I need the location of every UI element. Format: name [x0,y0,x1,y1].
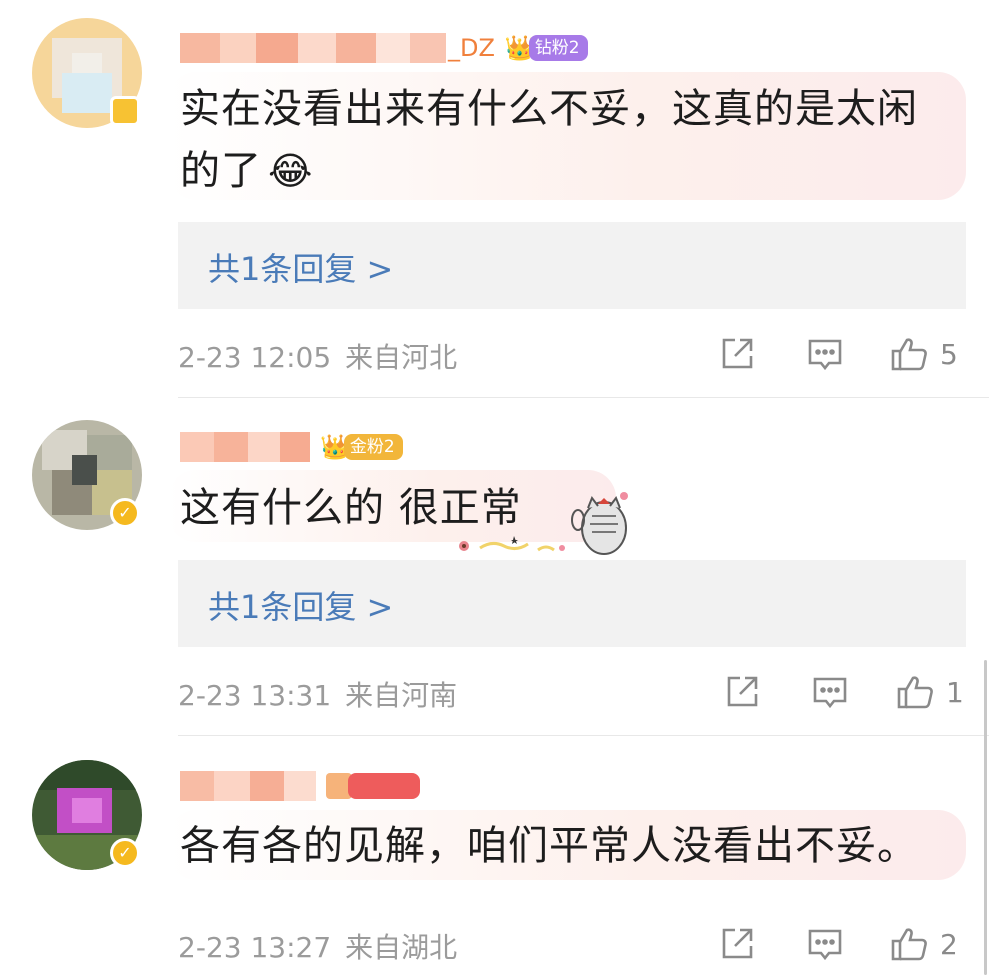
username[interactable] [180,766,420,806]
comment-text: 各有各的见解，咱们平常人没看出不妥。 [180,815,918,877]
comment-button[interactable] [806,922,844,966]
comment-button[interactable] [811,670,849,714]
laughing-tears-emoji: 😂 [268,149,314,193]
comment-button[interactable] [806,332,844,376]
comment-text-line: 的了 😂 [180,148,314,194]
like-count: 5 [940,337,958,371]
avatar[interactable]: ✓ [32,760,142,870]
comment-time: 2-23 12:05 来自河北 [178,341,458,374]
share-button[interactable] [718,332,756,376]
comment-text: 实在没看出来有什么不妥，这真的是太闲 的了 😂 [180,78,918,202]
avatar[interactable] [32,18,142,128]
view-replies-link[interactable]: 共1条回复 > [208,582,393,628]
comment-meta: 2-23 12:05 来自河北 5 [178,332,966,376]
view-replies-link[interactable]: 共1条回复 > [208,244,393,290]
thumbs-up-icon [897,676,933,709]
comment-icon [808,339,842,371]
verified-badge-icon: ✓ [110,838,140,868]
comment-time: 2-23 13:27 来自湖北 [178,931,458,964]
comment-location: 来自河北 [345,341,458,374]
like-button[interactable]: 2 [890,922,958,966]
scrollbar[interactable] [984,660,987,975]
share-button[interactable] [718,922,756,966]
verified-badge-icon: ✓ [110,498,140,528]
fan-level-label [348,773,420,799]
thumbs-up-icon [891,928,927,961]
comment-time: 2-23 13:31 来自河南 [178,679,458,712]
avatar[interactable]: ✓ [32,420,142,530]
comment-meta: 2-23 13:27 来自湖北 2 [178,922,966,966]
fan-badge[interactable]: 👑 金粉2 [320,432,403,462]
blurred-username [180,33,446,63]
comment-meta: 2-23 13:31 来自河南 1 [178,670,966,714]
member-badge-icon [110,96,140,126]
comment-icon [808,929,842,961]
comment-location: 来自河南 [345,679,458,712]
reply-box[interactable]: 共1条回复 > [178,560,966,647]
fan-level-label: 钻粉2 [528,35,588,61]
username[interactable]: 👑 金粉2 [180,427,403,467]
like-button[interactable]: 1 [896,670,964,714]
cat-sticker-icon [459,492,628,555]
like-button[interactable]: 5 [890,332,958,376]
comment-icon [813,677,847,709]
fan-badge[interactable] [326,771,420,801]
username[interactable]: _DZ 👑 钻粉2 [180,28,588,68]
divider [178,735,989,736]
share-icon [727,676,758,707]
fan-badge[interactable]: 👑 钻粉2 [505,33,588,63]
username-suffix: _DZ [448,34,495,62]
like-count: 1 [946,675,964,709]
divider [178,397,989,398]
share-icon [722,928,753,959]
share-icon [722,338,753,369]
thumbs-up-icon [891,338,927,371]
blurred-username [180,771,316,801]
like-count: 2 [940,927,958,961]
share-button[interactable] [723,670,761,714]
comment-location: 来自湖北 [345,931,458,964]
comment-text-line: 实在没看出来有什么不妥，这真的是太闲 [180,86,918,132]
blurred-username [180,432,310,462]
comment-text-line: 各有各的见解，咱们平常人没看出不妥。 [180,823,918,869]
reply-box[interactable]: 共1条回复 > [178,222,966,309]
fan-level-label: 金粉2 [343,434,403,460]
